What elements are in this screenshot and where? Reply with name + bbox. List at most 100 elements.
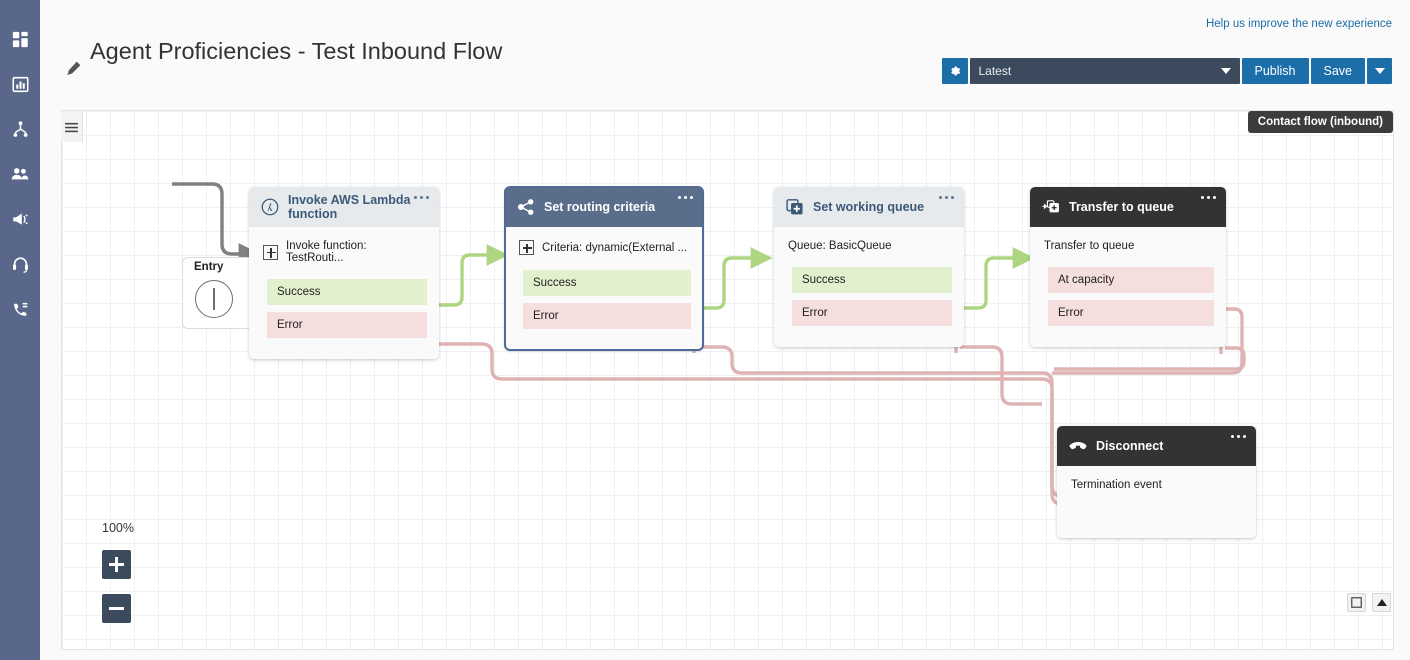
sidebar-item-users[interactable]: [7, 161, 33, 187]
zoom-level-label: 100%: [102, 521, 134, 535]
left-navigation-rail: [0, 0, 40, 660]
sidebar-item-analytics[interactable]: [7, 71, 33, 97]
branch-error[interactable]: Error: [523, 303, 691, 329]
aws-lambda-icon: [261, 198, 279, 216]
block-detail-row[interactable]: Transfer to queue: [1030, 227, 1226, 265]
block-title: Invoke AWS Lambda function: [288, 193, 427, 222]
block-branches: Success Error: [774, 267, 964, 333]
plus-icon: [263, 245, 278, 260]
version-select-value: Latest: [979, 64, 1012, 78]
block-detail-row[interactable]: Queue: BasicQueue: [774, 227, 964, 265]
flow-settings-button[interactable]: [942, 58, 968, 84]
block-header[interactable]: Set working queue: [774, 187, 964, 227]
megaphone-icon: [12, 211, 29, 228]
sidebar-item-routing[interactable]: [7, 116, 33, 142]
flow-block-set-working-queue[interactable]: Set working queue Queue: BasicQueue Succ…: [774, 187, 964, 347]
flow-canvas[interactable]: Entry Invoke AWS Lambda function Invoke …: [61, 110, 1394, 650]
wire-lambda-error: [436, 344, 1062, 504]
wire-routing-error: [698, 347, 1042, 373]
hamburger-menu-icon: [65, 122, 78, 133]
canvas-menu-button[interactable]: [61, 112, 83, 142]
block-detail-row[interactable]: Invoke function: TestRouti...: [249, 227, 439, 277]
block-body: Termination event: [1057, 466, 1256, 538]
block-header[interactable]: Invoke AWS Lambda function: [249, 187, 439, 227]
users-icon: [11, 165, 29, 183]
block-detail-text: Transfer to queue: [1044, 240, 1134, 252]
sidebar-item-agent-desktop[interactable]: [7, 251, 33, 277]
sidebar-item-dashboard[interactable]: [7, 26, 33, 52]
sidebar-item-campaigns[interactable]: [7, 206, 33, 232]
sidebar-item-contacts[interactable]: [7, 296, 33, 322]
entry-node-bar: [213, 288, 215, 310]
flow-type-badge: Contact flow (inbound): [1248, 111, 1393, 133]
zoom-out-button[interactable]: [102, 594, 131, 623]
flow-designer-app: Help us improve the new experience Agent…: [0, 0, 1410, 660]
branch-error[interactable]: Error: [267, 312, 427, 338]
routing-flow-icon: [12, 121, 29, 138]
minus-icon: [109, 607, 124, 610]
branch-success[interactable]: Success: [267, 279, 427, 305]
chevron-down-icon: [1375, 68, 1385, 74]
block-body: Queue: BasicQueue Success Error: [774, 227, 964, 347]
block-detail-text: Criteria: dynamic(External ...: [542, 242, 687, 254]
help-improve-link[interactable]: Help us improve the new experience: [1206, 18, 1392, 30]
flow-block-disconnect[interactable]: Disconnect Termination event: [1057, 426, 1256, 538]
wire-entry-to-lambda: [172, 184, 242, 254]
edit-title-pencil-icon[interactable]: [64, 60, 82, 78]
fit-to-screen-icon: [1351, 597, 1362, 608]
block-title: Disconnect: [1096, 439, 1163, 454]
chevron-down-icon: [1221, 68, 1231, 74]
block-header[interactable]: Disconnect: [1057, 426, 1256, 466]
zoom-in-button[interactable]: [102, 550, 131, 579]
block-detail-row[interactable]: Criteria: dynamic(External ...: [505, 227, 703, 268]
wire-routing-success: [698, 258, 754, 308]
block-title: Set routing criteria: [544, 200, 655, 215]
branch-success[interactable]: Success: [792, 267, 952, 293]
wire-queue-error: [960, 347, 1042, 404]
block-detail-text: Termination event: [1071, 479, 1162, 491]
wire-lambda-success: [436, 255, 490, 305]
publish-button[interactable]: Publish: [1242, 58, 1309, 84]
flow-block-set-routing-criteria[interactable]: Set routing criteria Criteria: dynamic(E…: [505, 187, 703, 350]
block-detail-row[interactable]: Termination event: [1057, 466, 1256, 504]
block-header[interactable]: Transfer to queue: [1030, 187, 1226, 227]
block-branches: Success Error: [249, 279, 439, 345]
fit-to-screen-button[interactable]: [1347, 593, 1366, 612]
wire-transfer-error: [1054, 348, 1244, 369]
block-title: Set working queue: [813, 200, 924, 215]
block-menu-button[interactable]: [1231, 435, 1246, 438]
save-button[interactable]: Save: [1311, 58, 1366, 84]
triangle-up-icon: [1377, 599, 1387, 606]
entry-node-label: Entry: [194, 261, 223, 273]
headset-icon: [12, 256, 29, 273]
transfer-queue-icon: [1042, 198, 1060, 216]
flow-toolbar: Latest Publish Save: [942, 58, 1393, 84]
block-menu-button[interactable]: [939, 196, 954, 199]
phone-contact-icon: [12, 301, 29, 318]
block-branches: Success Error: [505, 270, 703, 336]
gear-icon: [948, 64, 962, 78]
block-menu-button[interactable]: [1201, 196, 1216, 199]
branch-error[interactable]: Error: [792, 300, 952, 326]
block-branches: At capacity Error: [1030, 267, 1226, 333]
block-title: Transfer to queue: [1069, 200, 1174, 215]
branch-at-capacity[interactable]: At capacity: [1048, 267, 1214, 293]
page-title: Agent Proficiencies - Test Inbound Flow: [90, 36, 610, 66]
block-menu-button[interactable]: [678, 196, 693, 199]
canvas-view-controls: [1347, 593, 1391, 612]
wire-queue-success: [960, 258, 1016, 308]
plus-icon: [519, 240, 534, 255]
flow-block-invoke-lambda[interactable]: Invoke AWS Lambda function Invoke functi…: [249, 187, 439, 359]
share-fork-icon: [517, 198, 535, 216]
collapse-panel-button[interactable]: [1372, 593, 1391, 612]
queue-plus-icon: [786, 198, 804, 216]
block-menu-button[interactable]: [414, 196, 429, 199]
save-options-button[interactable]: [1367, 58, 1392, 84]
branch-error[interactable]: Error: [1048, 300, 1214, 326]
block-body: Criteria: dynamic(External ... Success E…: [505, 227, 703, 350]
branch-success[interactable]: Success: [523, 270, 691, 296]
version-select[interactable]: Latest: [970, 58, 1240, 84]
block-header[interactable]: Set routing criteria: [505, 187, 703, 227]
analytics-bar-chart-icon: [12, 76, 29, 93]
flow-block-transfer-to-queue[interactable]: Transfer to queue Transfer to queue At c…: [1030, 187, 1226, 347]
